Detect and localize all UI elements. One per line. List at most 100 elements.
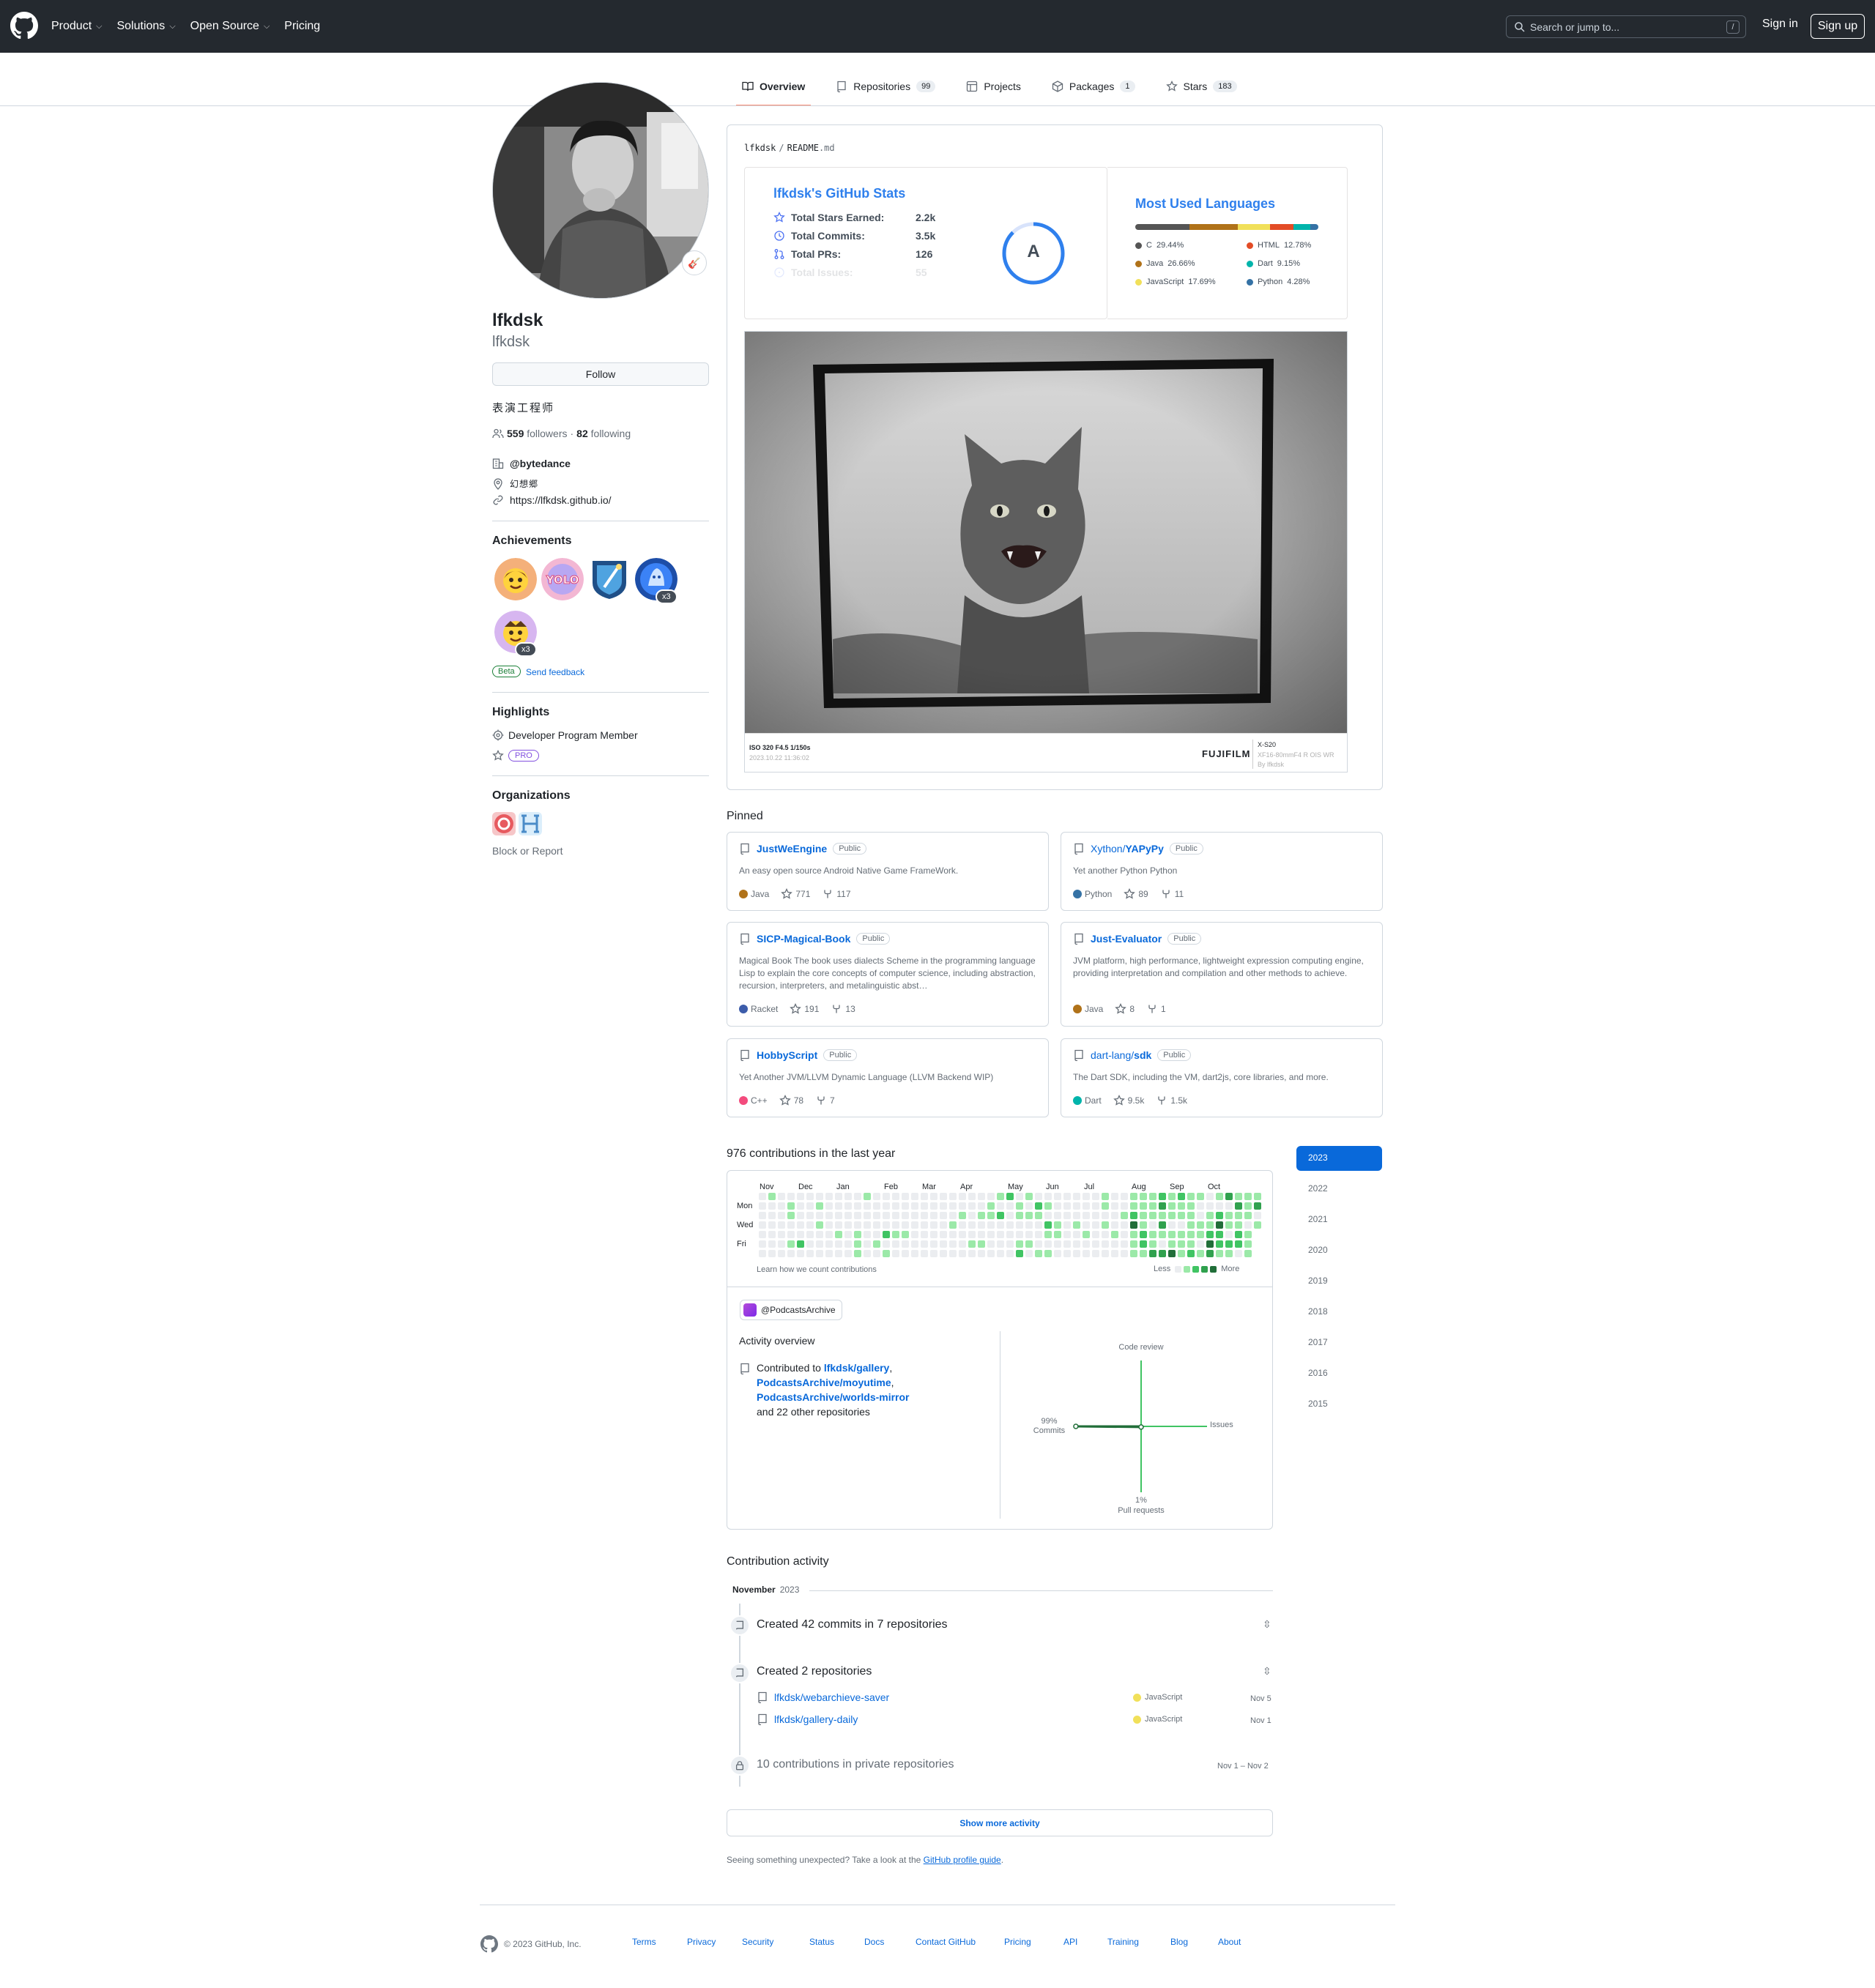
contribution-day[interactable] bbox=[883, 1212, 890, 1219]
contribution-day[interactable] bbox=[1130, 1212, 1137, 1219]
contribution-day[interactable] bbox=[1254, 1193, 1261, 1200]
commits-summary[interactable]: Created 42 commits in 7 repositories bbox=[757, 1618, 948, 1631]
contribution-day[interactable] bbox=[883, 1231, 890, 1238]
contribution-day[interactable] bbox=[1149, 1212, 1156, 1219]
contribution-day[interactable] bbox=[930, 1212, 938, 1219]
contribution-day[interactable] bbox=[873, 1212, 880, 1219]
repo-stars[interactable]: 8 bbox=[1115, 1003, 1135, 1015]
contribution-day[interactable] bbox=[825, 1212, 833, 1219]
contribution-day[interactable] bbox=[1187, 1212, 1195, 1219]
contribution-day[interactable] bbox=[806, 1231, 814, 1238]
footer-link-training[interactable]: Training bbox=[1107, 1937, 1139, 1947]
repo-stars[interactable]: 191 bbox=[790, 1003, 819, 1015]
contribution-day[interactable] bbox=[768, 1250, 776, 1257]
contribution-day[interactable] bbox=[864, 1240, 871, 1248]
contribution-day[interactable] bbox=[1111, 1221, 1118, 1229]
contribution-day[interactable] bbox=[835, 1250, 842, 1257]
contribution-day[interactable] bbox=[930, 1240, 938, 1248]
contribution-day[interactable] bbox=[1111, 1231, 1118, 1238]
contribution-day[interactable] bbox=[959, 1221, 966, 1229]
contribution-day[interactable] bbox=[1216, 1221, 1223, 1229]
contribution-day[interactable] bbox=[1016, 1240, 1023, 1248]
contribution-day[interactable] bbox=[1044, 1202, 1052, 1210]
contribution-day[interactable] bbox=[1044, 1193, 1052, 1200]
contribution-day[interactable] bbox=[968, 1250, 976, 1257]
contribution-day[interactable] bbox=[1216, 1202, 1223, 1210]
contribution-day[interactable] bbox=[940, 1240, 947, 1248]
contribution-day[interactable] bbox=[930, 1202, 938, 1210]
contribution-day[interactable] bbox=[1102, 1240, 1109, 1248]
contribution-day[interactable] bbox=[1140, 1193, 1147, 1200]
contribution-day[interactable] bbox=[1073, 1193, 1080, 1200]
contribution-day[interactable] bbox=[806, 1250, 814, 1257]
contribution-day[interactable] bbox=[1035, 1193, 1042, 1200]
contribution-day[interactable] bbox=[1159, 1231, 1166, 1238]
avatar[interactable] bbox=[492, 82, 709, 299]
contribution-day[interactable] bbox=[778, 1221, 785, 1229]
contribution-day[interactable] bbox=[997, 1212, 1004, 1219]
contribution-day[interactable] bbox=[1140, 1231, 1147, 1238]
contribution-day[interactable] bbox=[1254, 1202, 1261, 1210]
contribution-day[interactable] bbox=[1092, 1240, 1099, 1248]
contribution-day[interactable] bbox=[1197, 1240, 1204, 1248]
repo-stars[interactable]: 771 bbox=[781, 888, 810, 900]
contribution-day[interactable] bbox=[797, 1221, 804, 1229]
contribution-day[interactable] bbox=[854, 1250, 861, 1257]
year-link-2019[interactable]: 2019 bbox=[1296, 1269, 1382, 1294]
contribution-day[interactable] bbox=[759, 1250, 766, 1257]
contribution-day[interactable] bbox=[835, 1212, 842, 1219]
contribution-day[interactable] bbox=[816, 1250, 823, 1257]
contribution-day[interactable] bbox=[1063, 1240, 1071, 1248]
contribution-day[interactable] bbox=[1149, 1240, 1156, 1248]
readme-owner-link[interactable]: lfkdsk bbox=[744, 143, 776, 153]
contribution-day[interactable] bbox=[1225, 1240, 1233, 1248]
contribution-day[interactable] bbox=[968, 1231, 976, 1238]
contribution-day[interactable] bbox=[787, 1221, 795, 1229]
contribution-day[interactable] bbox=[1016, 1212, 1023, 1219]
contribution-day[interactable] bbox=[1225, 1193, 1233, 1200]
contribution-day[interactable] bbox=[1083, 1221, 1090, 1229]
year-link-2017[interactable]: 2017 bbox=[1296, 1330, 1382, 1355]
contribution-day[interactable] bbox=[1130, 1193, 1137, 1200]
following-link[interactable]: 82 following bbox=[576, 428, 631, 439]
contribution-day[interactable] bbox=[978, 1202, 985, 1210]
contribution-day[interactable] bbox=[1178, 1193, 1185, 1200]
contribution-day[interactable] bbox=[949, 1250, 957, 1257]
contribution-day[interactable] bbox=[1102, 1231, 1109, 1238]
contribution-day[interactable] bbox=[1178, 1221, 1185, 1229]
contribution-day[interactable] bbox=[873, 1221, 880, 1229]
contribution-day[interactable] bbox=[1111, 1193, 1118, 1200]
contribution-day[interactable] bbox=[997, 1193, 1004, 1200]
contribution-day[interactable] bbox=[1206, 1212, 1214, 1219]
footer-link-status[interactable]: Status bbox=[809, 1937, 834, 1947]
pinned-repo-link[interactable]: JustWeEngine bbox=[757, 843, 827, 855]
year-link-2023[interactable]: 2023 bbox=[1296, 1146, 1382, 1171]
contribution-day[interactable] bbox=[825, 1240, 833, 1248]
footer-link-terms[interactable]: Terms bbox=[632, 1937, 656, 1947]
contribution-day[interactable] bbox=[1206, 1202, 1214, 1210]
contribution-day[interactable] bbox=[1206, 1231, 1214, 1238]
contribution-day[interactable] bbox=[844, 1250, 852, 1257]
pinned-repo-link[interactable]: dart-lang/sdk bbox=[1091, 1049, 1151, 1061]
contribution-day[interactable] bbox=[1025, 1240, 1033, 1248]
contribution-day[interactable] bbox=[806, 1221, 814, 1229]
contribution-day[interactable] bbox=[759, 1221, 766, 1229]
contribution-day[interactable] bbox=[1102, 1202, 1109, 1210]
contribution-day[interactable] bbox=[1216, 1250, 1223, 1257]
contribution-day[interactable] bbox=[940, 1202, 947, 1210]
contribution-day[interactable] bbox=[1140, 1212, 1147, 1219]
contribution-day[interactable] bbox=[987, 1240, 995, 1248]
contribution-day[interactable] bbox=[930, 1231, 938, 1238]
repo-stars[interactable]: 78 bbox=[779, 1095, 803, 1106]
contribution-day[interactable] bbox=[768, 1221, 776, 1229]
contribution-day[interactable] bbox=[940, 1231, 947, 1238]
contribution-day[interactable] bbox=[978, 1221, 985, 1229]
contribution-day[interactable] bbox=[854, 1240, 861, 1248]
contribution-day[interactable] bbox=[1025, 1221, 1033, 1229]
contribution-day[interactable] bbox=[1111, 1240, 1118, 1248]
contribution-day[interactable] bbox=[997, 1231, 1004, 1238]
achievement-badge-arctic[interactable] bbox=[588, 558, 631, 600]
contribution-day[interactable] bbox=[1187, 1240, 1195, 1248]
contribution-day[interactable] bbox=[1225, 1212, 1233, 1219]
contribution-day[interactable] bbox=[1206, 1240, 1214, 1248]
